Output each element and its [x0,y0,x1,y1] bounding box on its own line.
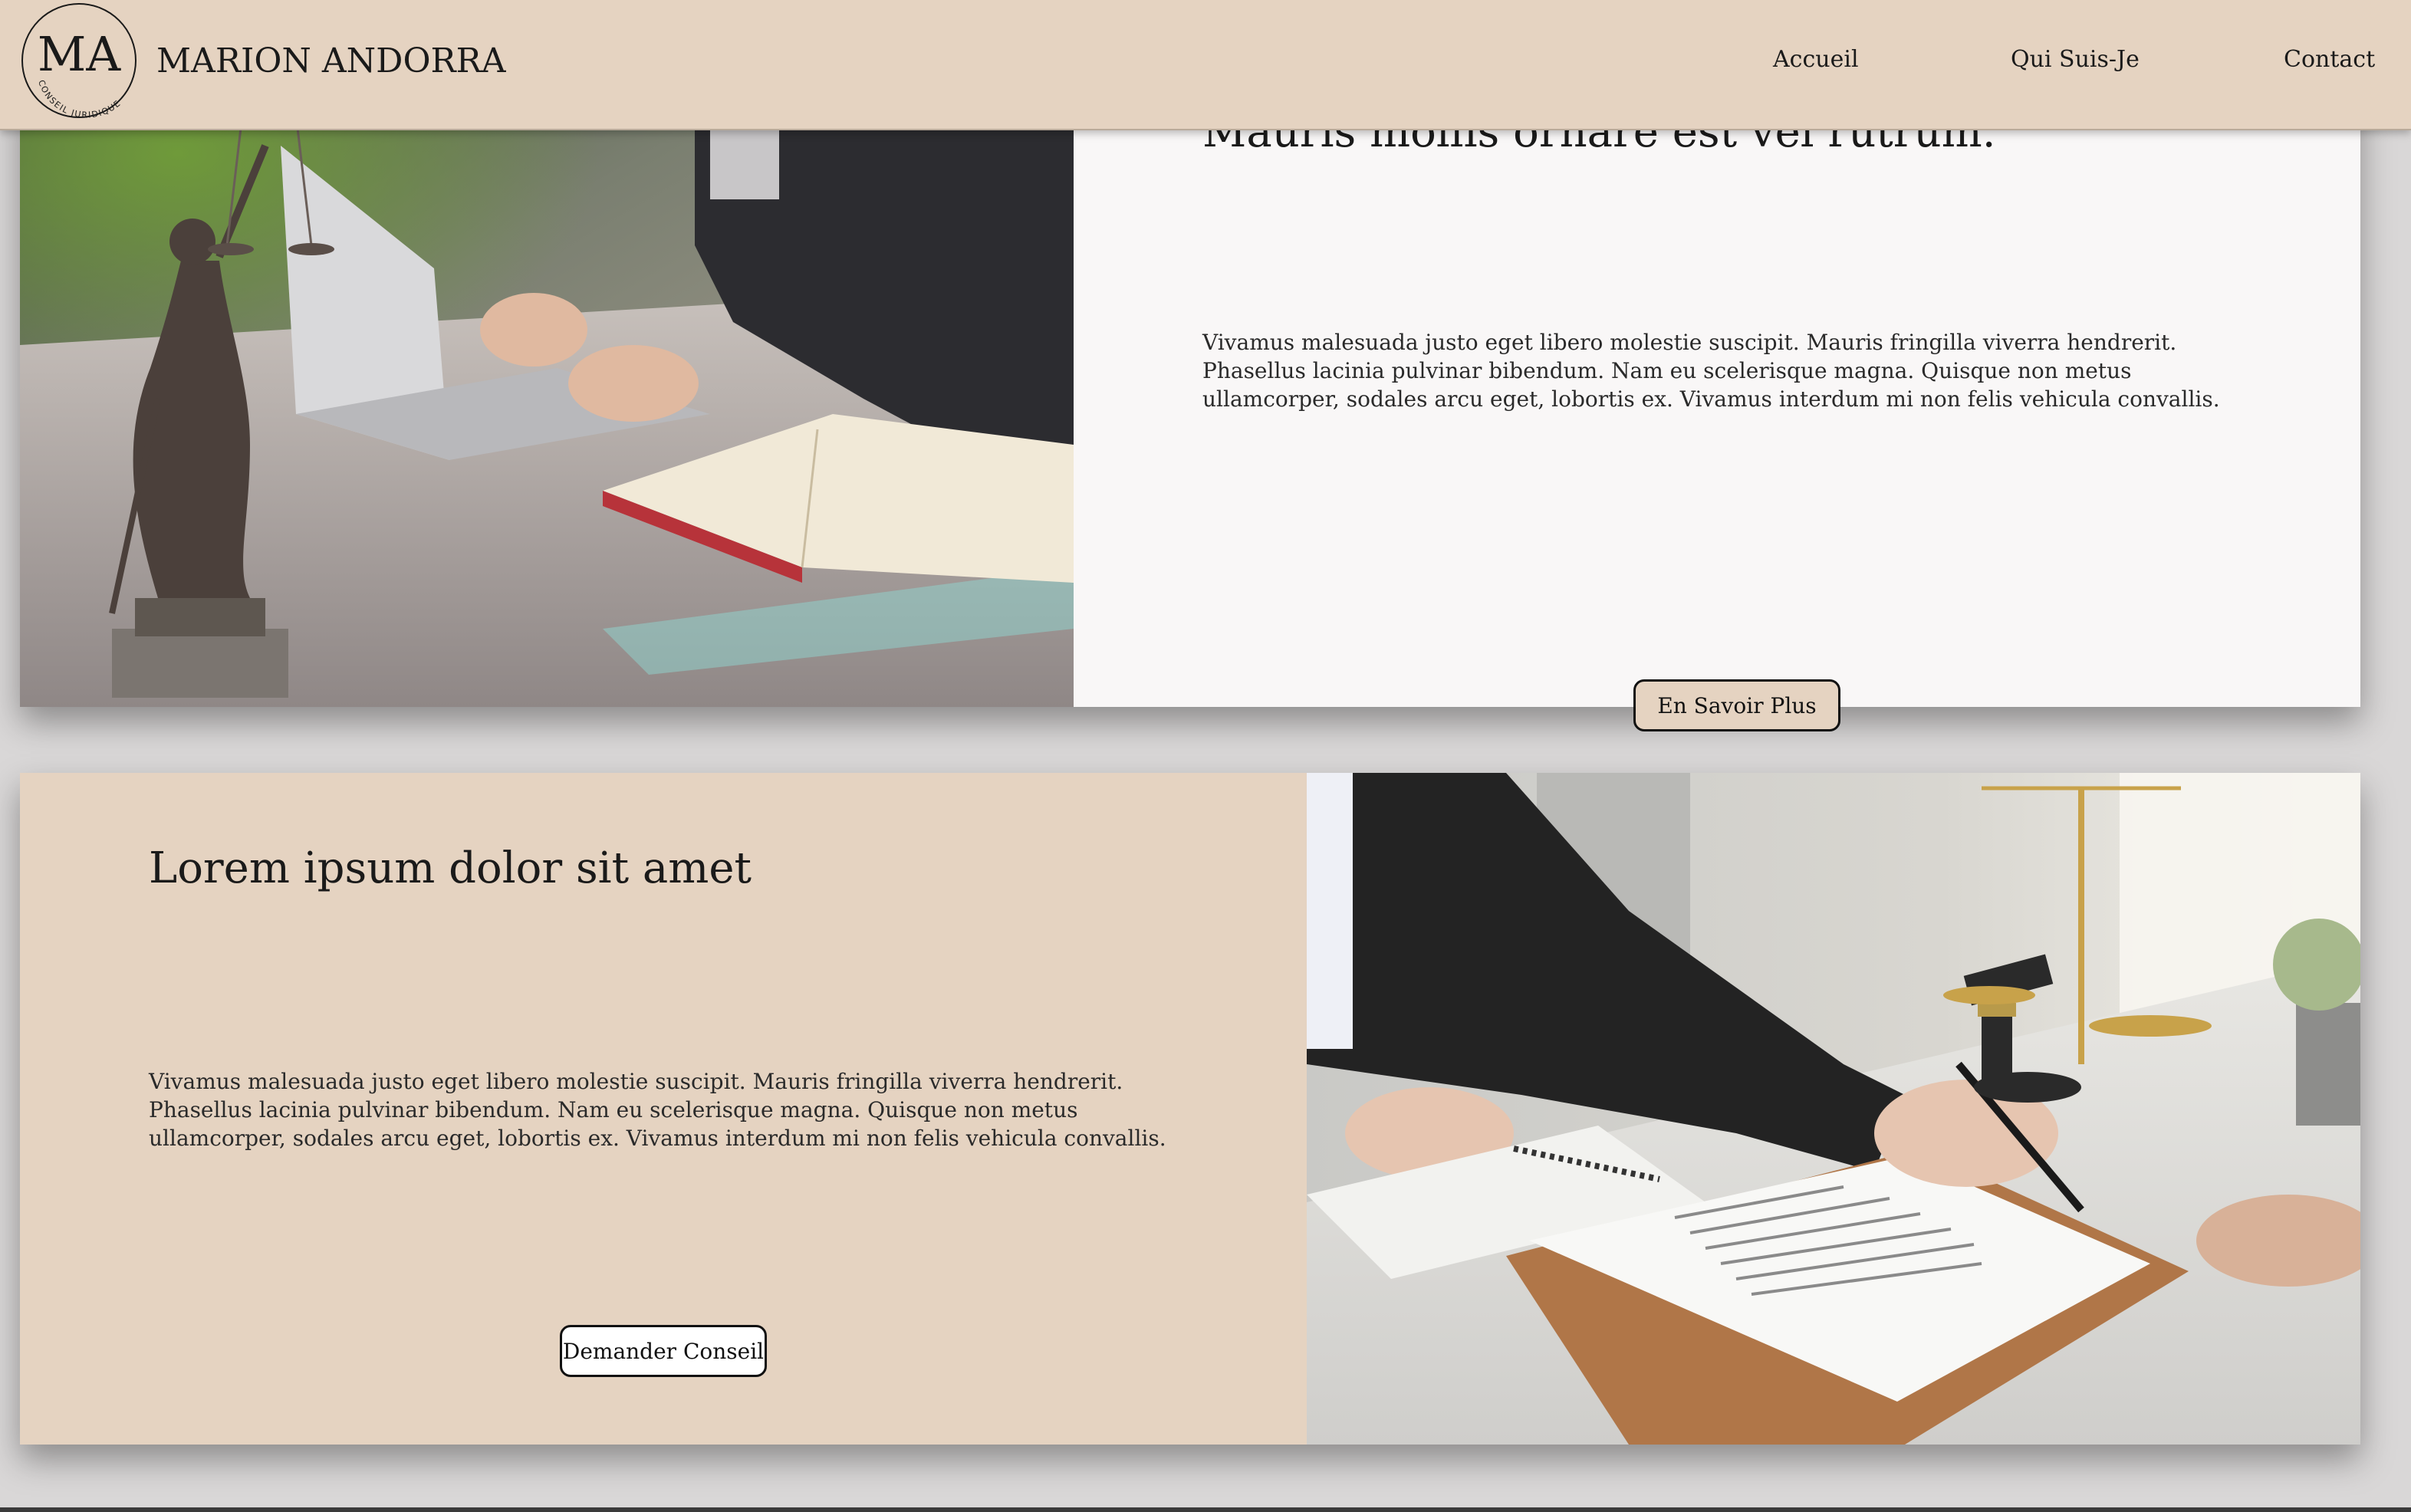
section2-heading: Lorem ipsum dolor sit amet [149,843,752,893]
brand-name[interactable]: MARION ANDORRA [156,41,506,81]
office-photo-lady-justice [20,92,1074,707]
section1-body: Vivamus malesuada justo eget libero mole… [1202,330,2220,412]
contract-signing-photo [1307,773,2360,1445]
nav-qui-suis-je[interactable]: Qui Suis-Je [2011,46,2140,73]
nav-accueil[interactable]: Accueil [1773,46,1859,73]
logo-icon[interactable]: MA CONSEIL JURIDIQUE [20,2,138,120]
feature-section-2: Lorem ipsum dolor sit amet Vivamus males… [20,773,2360,1445]
feature-section-1: Mauris mollis ornare est vel rutrum. Viv… [20,92,2360,731]
section2-body: Vivamus malesuada justo eget libero mole… [149,1069,1166,1151]
site-header: MA CONSEIL JURIDIQUE MARION ANDORRA Accu… [0,0,2411,130]
svg-text:MA: MA [38,26,121,82]
page-bottom-border [0,1507,2411,1512]
en-savoir-plus-button[interactable]: En Savoir Plus [1633,679,1840,731]
demander-conseil-button[interactable]: Demander Conseil [560,1325,767,1377]
svg-text:CONSEIL JURIDIQUE: CONSEIL JURIDIQUE [36,79,123,120]
nav-contact[interactable]: Contact [2284,46,2375,73]
